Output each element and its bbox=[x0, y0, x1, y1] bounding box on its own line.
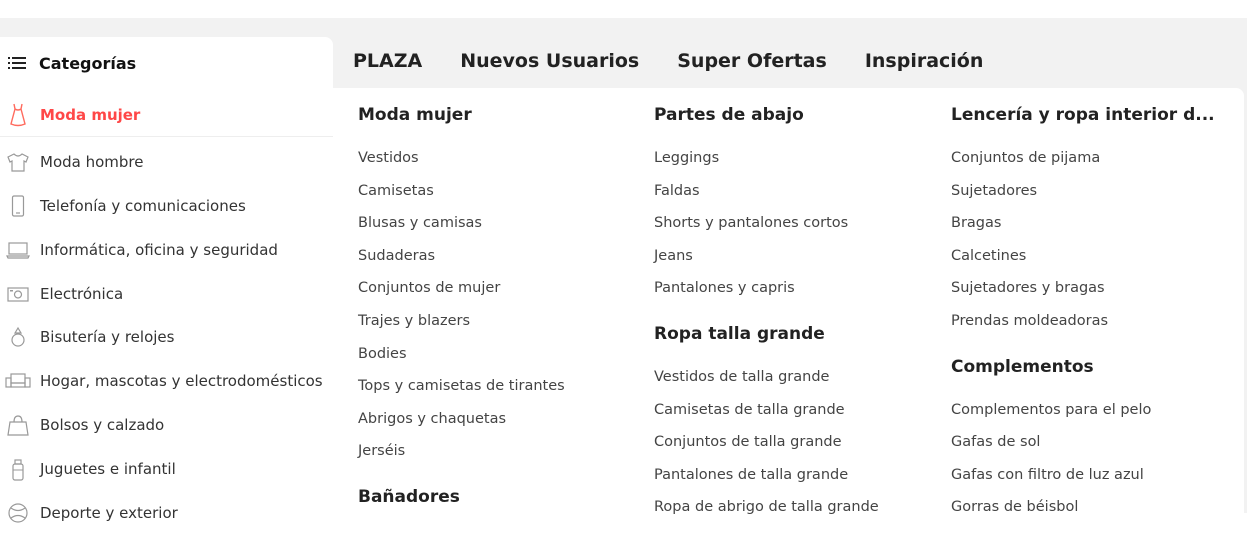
menu-group-title[interactable]: Lencería y ropa interior d... bbox=[951, 105, 1215, 125]
bag-icon bbox=[5, 414, 31, 436]
menu-link[interactable]: Sujetadores y bragas bbox=[951, 280, 1105, 296]
tab-inspiracion[interactable]: Inspiración bbox=[865, 50, 984, 72]
tab-super-ofertas[interactable]: Super Ofertas bbox=[677, 50, 827, 72]
menu-group-title[interactable]: Bañadores bbox=[358, 487, 460, 507]
camera-icon bbox=[5, 285, 31, 303]
menu-link[interactable]: Tops y camisetas de tirantes bbox=[358, 378, 565, 394]
sidebar-item-bisuteria-y-relojes[interactable]: Bisutería y relojes bbox=[0, 315, 333, 359]
menu-link[interactable]: Gafas de sol bbox=[951, 434, 1040, 450]
menu-link[interactable]: Vestidos de talla grande bbox=[654, 369, 829, 385]
menu-link[interactable]: Camisetas bbox=[358, 183, 434, 199]
category-menu-panel: Moda mujer Vestidos Camisetas Blusas y cami… bbox=[333, 88, 1244, 515]
sidebar-item-label: Moda hombre bbox=[40, 153, 144, 171]
dress-icon bbox=[5, 103, 31, 127]
sidebar-item-juguetes-e-infantil[interactable]: Juguetes e infantil bbox=[0, 447, 333, 491]
menu-link[interactable]: Pantalones de talla grande bbox=[654, 467, 848, 483]
menu-link[interactable]: Bragas bbox=[951, 215, 1001, 231]
sidebar-item-moda-hombre[interactable]: Moda hombre bbox=[0, 140, 333, 184]
menu-link[interactable]: Conjuntos de talla grande bbox=[654, 434, 842, 450]
menu-link[interactable]: Blusas y camisas bbox=[358, 215, 482, 231]
tab-nuevos-usuarios[interactable]: Nuevos Usuarios bbox=[460, 50, 639, 72]
sidebar-item-label: Bisutería y relojes bbox=[40, 328, 175, 346]
list-icon bbox=[8, 56, 30, 70]
sidebar-item-electronica[interactable]: Electrónica bbox=[0, 272, 333, 316]
sidebar-item-label: Telefonía y comunicaciones bbox=[40, 197, 246, 215]
menu-link[interactable]: Sudaderas bbox=[358, 248, 435, 264]
menu-link[interactable]: Bodies bbox=[358, 346, 407, 362]
menu-link[interactable]: Vestidos bbox=[358, 150, 419, 166]
menu-link[interactable]: Jeans bbox=[654, 248, 693, 264]
menu-group-title[interactable]: Partes de abajo bbox=[654, 105, 804, 125]
menu-link[interactable]: Prendas moldeadoras bbox=[951, 313, 1108, 329]
menu-group-title[interactable]: Complementos bbox=[951, 357, 1094, 377]
sidebar-item-label: Hogar, mascotas y electrodomésticos bbox=[40, 372, 323, 390]
menu-link[interactable]: Sujetadores bbox=[951, 183, 1037, 199]
menu-link[interactable]: Faldas bbox=[654, 183, 700, 199]
menu-link[interactable]: Shorts y pantalones cortos bbox=[654, 215, 848, 231]
shirt-icon bbox=[5, 152, 31, 172]
sidebar-item-label: Deporte y exterior bbox=[40, 504, 178, 522]
top-nav: PLAZA Nuevos Usuarios Super Ofertas Insp… bbox=[353, 50, 983, 72]
sidebar-item-label: Electrónica bbox=[40, 285, 124, 303]
sidebar-item-bolsos-y-calzado[interactable]: Bolsos y calzado bbox=[0, 403, 333, 447]
sidebar-item-moda-mujer[interactable]: Moda mujer bbox=[0, 93, 333, 137]
category-sidebar: Categorías Moda mujer Moda hombre Telefoní… bbox=[0, 37, 333, 523]
menu-link[interactable]: Gafas con filtro de luz azul bbox=[951, 467, 1144, 483]
menu-link[interactable]: Conjuntos de pijama bbox=[951, 150, 1100, 166]
sidebar-item-informatica-oficina-y-seguridad[interactable]: Informática, oficina y seguridad bbox=[0, 228, 333, 272]
menu-group-title[interactable]: Moda mujer bbox=[358, 105, 472, 125]
menu-link[interactable]: Complementos para el pelo bbox=[951, 402, 1151, 418]
menu-group-title[interactable]: Ropa talla grande bbox=[654, 324, 825, 344]
menu-link[interactable]: Leggings bbox=[654, 150, 719, 166]
menu-link[interactable]: Calcetines bbox=[951, 248, 1026, 264]
categories-header[interactable]: Categorías bbox=[8, 51, 136, 75]
sidebar-item-telefonia-y-comunicaciones[interactable]: Telefonía y comunicaciones bbox=[0, 184, 333, 228]
menu-link[interactable]: Jerséis bbox=[358, 443, 405, 459]
ball-icon bbox=[5, 502, 31, 524]
menu-link[interactable]: Pantalones y capris bbox=[654, 280, 795, 296]
ring-icon bbox=[5, 326, 31, 348]
sidebar-item-label: Bolsos y calzado bbox=[40, 416, 165, 434]
categories-title: Categorías bbox=[39, 53, 137, 73]
tab-plaza[interactable]: PLAZA bbox=[353, 50, 422, 72]
sidebar-item-label: Informática, oficina y seguridad bbox=[40, 241, 278, 259]
menu-link[interactable]: Trajes y blazers bbox=[358, 313, 470, 329]
phone-icon bbox=[5, 195, 31, 217]
bottle-icon bbox=[5, 457, 31, 481]
sidebar-item-label: Juguetes e infantil bbox=[40, 460, 176, 478]
sofa-icon bbox=[5, 371, 31, 391]
sidebar-item-label: Moda mujer bbox=[40, 105, 141, 124]
menu-link[interactable]: Conjuntos de mujer bbox=[358, 280, 500, 296]
top-band bbox=[0, 0, 1247, 18]
menu-link[interactable]: Camisetas de talla grande bbox=[654, 402, 845, 418]
sidebar-item-deporte-y-exterior[interactable]: Deporte y exterior bbox=[0, 491, 333, 535]
menu-link[interactable]: Abrigos y chaquetas bbox=[358, 411, 506, 427]
sidebar-item-hogar-mascotas-y-electrodomesticos[interactable]: Hogar, mascotas y electrodomésticos bbox=[0, 359, 333, 403]
laptop-icon bbox=[5, 241, 31, 259]
